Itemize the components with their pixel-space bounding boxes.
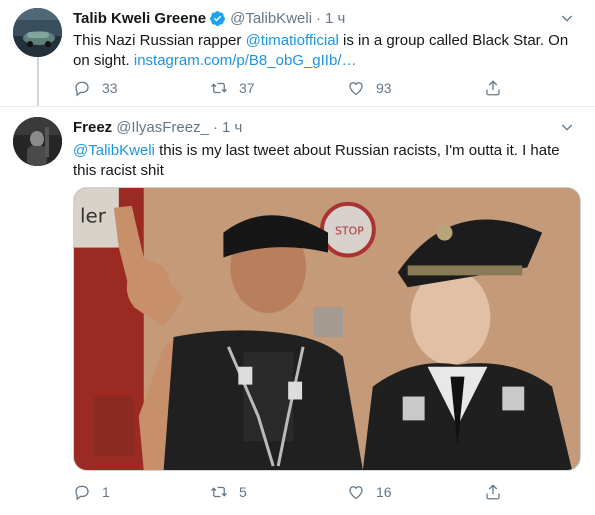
handle[interactable]: @TalibKweli (230, 10, 312, 27)
display-name[interactable]: Freez (73, 119, 112, 136)
tweet-actions: 1 5 16 (73, 481, 514, 503)
share-icon (486, 80, 500, 96)
tweet-text: @TalibKweli this is my last tweet about … (73, 141, 583, 181)
retweet-icon (211, 486, 227, 498)
heart-icon (349, 486, 363, 500)
retweet-button[interactable]: 5 (210, 481, 347, 503)
avatar[interactable] (13, 8, 62, 57)
reply-count: 1 (102, 484, 110, 500)
avatar[interactable] (13, 117, 62, 166)
separator-dot: · (316, 9, 322, 27)
tweet-media-image[interactable]: ler STOP (73, 187, 581, 471)
tweet-freez[interactable]: Freez @IlyasFreez_ · 1 ч @TalibKweli thi… (0, 107, 595, 515)
display-name[interactable]: Talib Kweli Greene (73, 10, 206, 27)
tweet-header: Freez @IlyasFreez_ · 1 ч (73, 117, 575, 137)
like-button[interactable]: 16 (347, 481, 484, 503)
chevron-down-icon[interactable] (559, 10, 575, 26)
tweet-text-part: This Nazi Russian rapper (73, 32, 246, 49)
share-button[interactable] (484, 481, 514, 503)
chevron-down-icon[interactable] (559, 119, 575, 135)
heart-icon (349, 82, 363, 96)
tweet-header: Talib Kweli Greene @TalibKweli · 1 ч (73, 8, 575, 28)
timestamp[interactable]: 1 ч (222, 119, 242, 136)
retweet-icon (211, 82, 227, 94)
reply-button[interactable]: 1 (73, 481, 210, 503)
mention-link[interactable]: @timatiofficial (246, 32, 339, 49)
timestamp[interactable]: 1 ч (325, 10, 345, 27)
reply-icon (75, 81, 89, 97)
mention-link[interactable]: @TalibKweli (73, 142, 155, 159)
retweet-count: 5 (239, 484, 247, 500)
like-button[interactable]: 93 (347, 77, 484, 99)
separator-dot: · (212, 118, 218, 136)
retweet-count: 37 (239, 80, 255, 96)
reply-icon (75, 485, 89, 501)
external-link[interactable]: instagram.com/p/B8_obG_gIIb/… (134, 52, 357, 69)
like-count: 93 (376, 80, 392, 96)
retweet-button[interactable]: 37 (210, 77, 347, 99)
background-sign-text: ler (80, 205, 107, 228)
tweet-actions: 33 37 93 (73, 77, 514, 99)
like-count: 16 (376, 484, 392, 500)
handle[interactable]: @IlyasFreez_ (116, 119, 209, 136)
verified-badge-icon (210, 10, 226, 26)
share-icon (486, 484, 500, 500)
tweet-talib-kweli[interactable]: Talib Kweli Greene @TalibKweli · 1 ч Thi… (0, 0, 595, 106)
reply-count: 33 (102, 80, 118, 96)
share-button[interactable] (484, 77, 514, 99)
stop-sign-text: STOP (335, 225, 364, 238)
tweet-text: This Nazi Russian rapper @timatiofficial… (73, 31, 583, 71)
reply-button[interactable]: 33 (73, 77, 210, 99)
